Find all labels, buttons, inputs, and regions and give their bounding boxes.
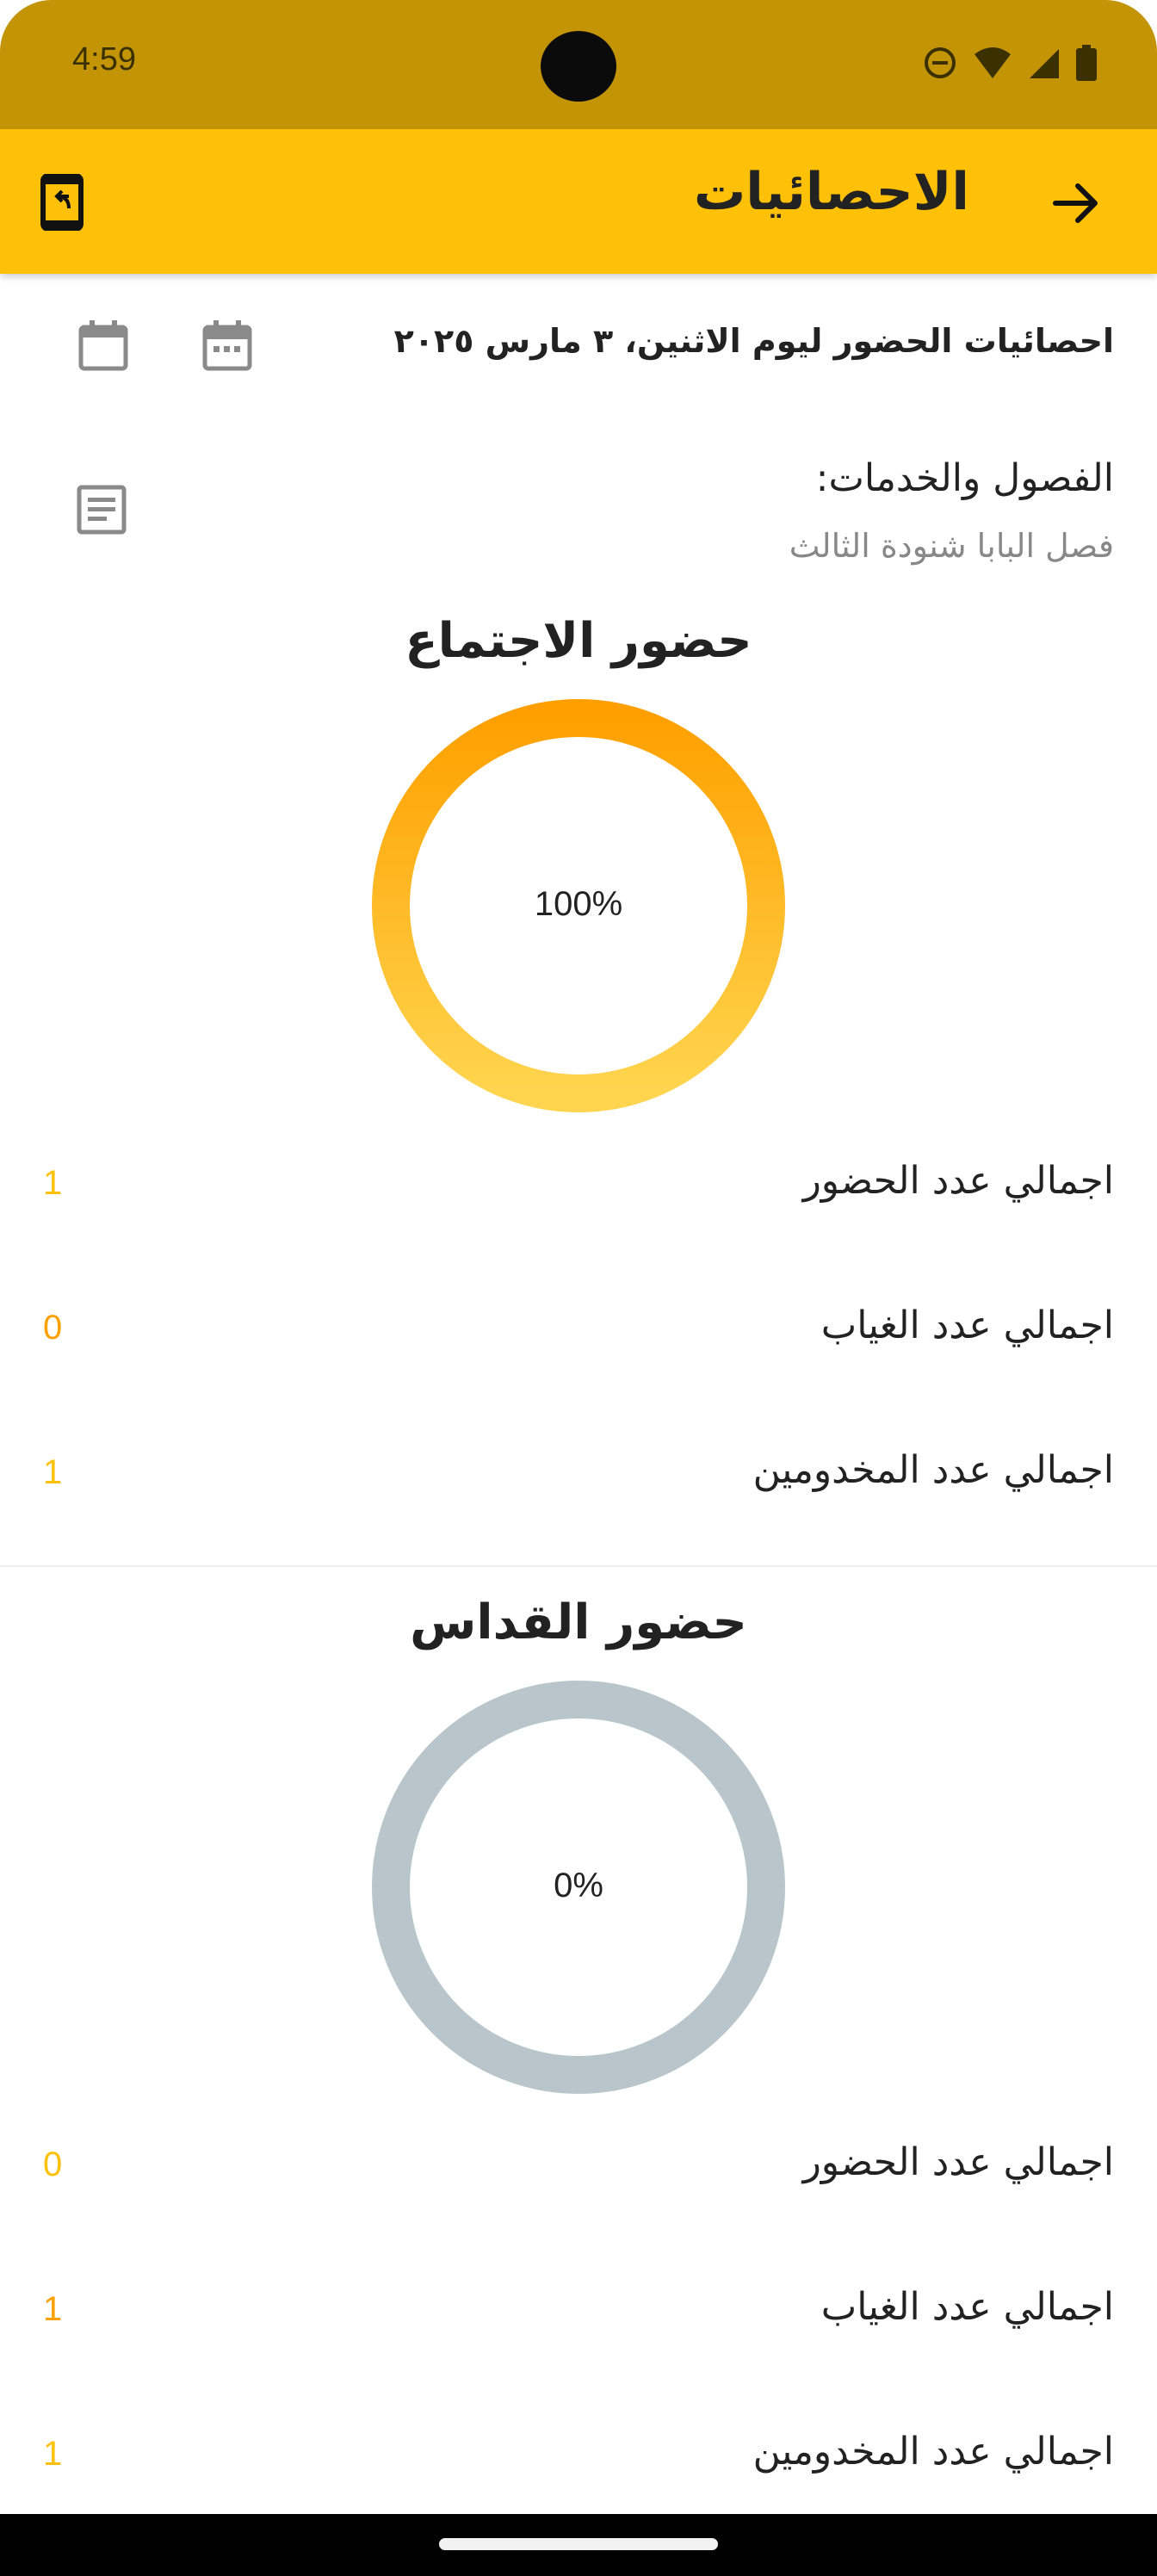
- classes-label: الفصول والخدمات:: [815, 456, 1114, 500]
- calendar-range-icon[interactable]: [76, 319, 131, 374]
- meeting-chart-title: حضور الاجتماع: [405, 613, 752, 669]
- signal-icon: [1030, 49, 1059, 78]
- arrow-forward-icon[interactable]: [1045, 172, 1107, 234]
- classes-value[interactable]: فصل البابا شنودة الثالث: [789, 527, 1114, 565]
- wifi-icon: [974, 47, 1011, 78]
- meeting-served-total-value: 1: [43, 1453, 63, 1491]
- mass-served-total-value: 1: [43, 2435, 63, 2473]
- phone-export-icon[interactable]: [40, 174, 84, 231]
- meeting-percent-label: 100%: [534, 885, 623, 923]
- status-time: 4:59: [72, 41, 136, 77]
- attendance-date-title: احصائيات الحضور ليوم الاثنين، ٣ مارس ٢٠٢…: [393, 322, 1114, 360]
- meeting-attendance-total-value: 1: [43, 1164, 63, 1202]
- mass-percent-label: 0%: [554, 1867, 603, 1904]
- status-bar: 4:59: [0, 0, 1157, 129]
- section-divider: [0, 1565, 1157, 1567]
- front-camera: [541, 31, 616, 102]
- battery-icon: [1076, 45, 1097, 81]
- mass-served-total-label: اجمالي عدد المخدومين: [752, 2430, 1114, 2474]
- do-not-disturb-icon: [925, 47, 956, 78]
- list-icon[interactable]: [76, 484, 127, 536]
- mass-attendance-total-value: 0: [43, 2146, 63, 2183]
- meeting-served-total-label: اجمالي عدد المخدومين: [752, 1448, 1114, 1492]
- app-bar: الاحصائيات: [0, 129, 1157, 274]
- status-icons: [923, 43, 1097, 83]
- home-gesture-handle[interactable]: [439, 2538, 718, 2550]
- calendar-day-icon[interactable]: [200, 319, 255, 374]
- meeting-absence-total-label: اجمالي عدد الغياب: [820, 1303, 1114, 1347]
- page-title: الاحصائيات: [694, 162, 969, 222]
- mass-absence-total-label: اجمالي عدد الغياب: [820, 2285, 1114, 2329]
- mass-chart-title: حضور القداس: [410, 1595, 747, 1650]
- mass-attendance-total-label: اجمالي عدد الحضور: [802, 2140, 1114, 2184]
- meeting-absence-total-value: 0: [43, 1309, 63, 1347]
- mass-absence-total-value: 1: [43, 2290, 63, 2328]
- meeting-attendance-total-label: اجمالي عدد الحضور: [802, 1159, 1114, 1203]
